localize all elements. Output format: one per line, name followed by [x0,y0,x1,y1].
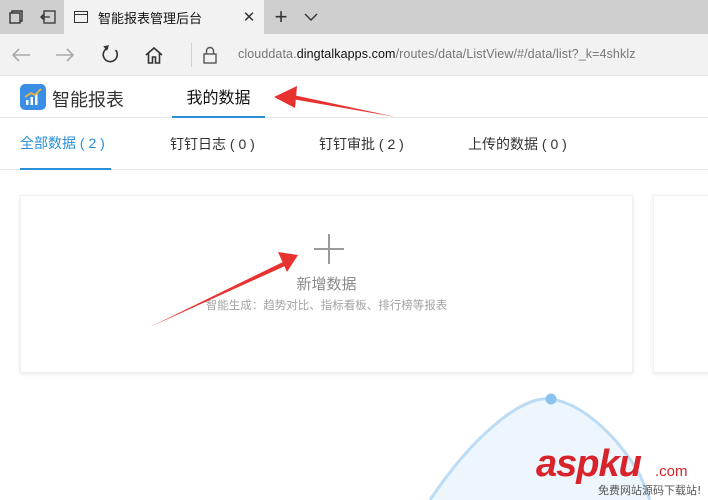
nav-item-my-data[interactable]: 我的数据 [172,76,265,118]
address-bar[interactable]: clouddata.dingtalkapps.com/routes/data/L… [238,47,636,61]
tab-dingtalk-approval[interactable]: 钉钉审批 ( 2 ) [319,118,404,170]
app-header: 智能报表 我的数据 [0,76,708,118]
tab-title: 智能报表管理后台 [98,10,203,26]
watermark-subtitle: 免费网站源码下载站! [598,484,702,497]
close-tab-icon[interactable]: ✕ [238,8,260,26]
data-card-partial[interactable] [653,195,708,373]
url-host: dingtalkapps.com [296,47,396,61]
page-icon [74,11,88,23]
new-tab-button[interactable]: + [268,0,294,34]
toolbar-divider [191,43,192,67]
tab-all-data[interactable]: 全部数据 ( 2 ) [20,118,111,170]
watermark-domain: .com [655,463,688,480]
lock-icon[interactable] [202,46,218,64]
browser-tab-strip: 智能报表管理后台 ✕ + [0,0,708,34]
forward-arrow-icon[interactable] [50,40,80,70]
tab-uploaded-data[interactable]: 上传的数据 ( 0 ) [468,118,567,170]
add-data-description: 智能生成：趋势对比、指标看板、排行榜等报表 [205,300,448,312]
add-data-card[interactable]: 新增数据 智能生成：趋势对比、指标看板、排行榜等报表 [20,195,633,373]
browser-tab-active[interactable]: 智能报表管理后台 ✕ [64,0,264,34]
plus-icon[interactable] [314,234,344,264]
watermark-logo: aspku [536,443,642,485]
url-prefix: clouddata. [238,47,297,61]
category-tabs: 全部数据 ( 2 ) 钉钉日志 ( 0 ) 钉钉审批 ( 2 ) 上传的数据 (… [0,118,708,170]
app-logo-icon[interactable] [20,84,46,110]
refresh-icon[interactable] [95,40,125,70]
back-arrow-icon[interactable] [6,40,36,70]
url-path: /routes/data/ListView/#/data/list?_k=4sh… [395,47,636,61]
tab-dingtalk-log[interactable]: 钉钉日志 ( 0 ) [170,118,255,170]
add-data-title: 新增数据 [296,276,357,293]
tab-back-aside-icon[interactable] [32,0,64,34]
tab-manager-icon[interactable] [0,0,32,34]
browser-nav-bar: clouddata.dingtalkapps.com/routes/data/L… [0,34,708,76]
home-icon[interactable] [139,40,169,70]
app-name[interactable]: 智能报表 [52,86,124,112]
chevron-down-icon[interactable] [298,0,324,34]
